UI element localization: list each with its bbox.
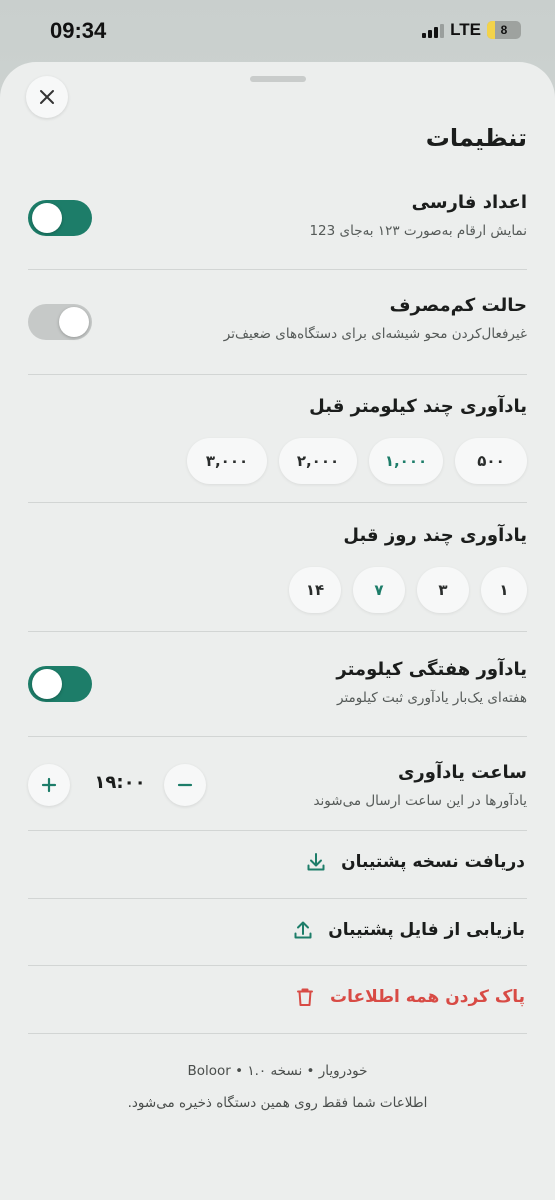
divider — [28, 374, 527, 375]
setting-low-power: حالت کم‌مصرف غیرفعال‌کردن محو شیشه‌ای بر… — [28, 295, 527, 342]
footer-note: اطلاعات شما فقط روی همین دستگاه ذخیره می… — [127, 1095, 428, 1111]
reminder-time-description: یادآورها در این ساعت ارسال می‌شوند — [313, 793, 527, 809]
km-reminder-options: ۵۰۰ ۱,۰۰۰ ۲,۰۰۰ ۳,۰۰۰ — [187, 438, 527, 484]
reminder-time-value: ۱۹:۰۰ — [94, 772, 146, 793]
km-option-2000[interactable]: ۲,۰۰۰ — [279, 438, 357, 484]
decrease-time-button[interactable] — [164, 764, 206, 806]
km-reminder-label: یادآوری چند کیلومتر قبل — [309, 396, 527, 417]
divider — [28, 269, 527, 270]
km-option-500[interactable]: ۵۰۰ — [455, 438, 527, 484]
weekly-km-toggle[interactable] — [28, 666, 92, 702]
trash-icon — [297, 988, 314, 1006]
weekly-km-description: هفته‌ای یک‌بار یادآوری ثبت کیلومتر — [337, 690, 527, 706]
signal-icon — [422, 22, 445, 38]
km-option-1000[interactable]: ۱,۰۰۰ — [369, 438, 443, 484]
battery-level: 8 — [500, 23, 508, 37]
restore-label: بازیابی از فایل پشتیبان — [328, 920, 525, 940]
low-power-description: غیرفعال‌کردن محو شیشه‌ای برای دستگاه‌های… — [223, 326, 527, 342]
km-option-3000[interactable]: ۳,۰۰۰ — [187, 438, 267, 484]
divider — [28, 736, 527, 737]
minus-icon — [177, 783, 193, 787]
setting-day-reminder: یادآوری چند روز قبل — [28, 525, 527, 546]
divider — [28, 1033, 527, 1034]
divider — [28, 898, 527, 899]
close-button[interactable] — [26, 76, 68, 118]
upload-icon — [294, 921, 312, 939]
settings-sheet: تنظیمات اعداد فارسی نمایش ارقام به‌صورت … — [0, 62, 555, 1200]
weekly-km-label: یادآور هفتگی کیلومتر — [336, 659, 527, 680]
status-time: 09:34 — [50, 18, 107, 43]
divider — [28, 502, 527, 503]
day-reminder-label: یادآوری چند روز قبل — [343, 525, 527, 546]
divider — [28, 830, 527, 831]
persian-digits-label: اعداد فارسی — [411, 192, 527, 213]
page-title: تنظیمات — [425, 124, 527, 152]
backup-button[interactable]: دریافت نسخه پشتیبان — [305, 851, 525, 873]
footer-version: خودرویار • نسخه ۱.۰ • Boloor — [187, 1063, 368, 1079]
increase-time-button[interactable] — [28, 764, 70, 806]
clear-data-label: پاک کردن همه اطلاعات — [330, 987, 525, 1007]
network-label: LTE — [450, 20, 481, 39]
setting-weekly-km: یادآور هفتگی کیلومتر هفته‌ای یک‌بار یادآ… — [28, 659, 527, 706]
download-icon — [307, 853, 325, 871]
low-power-toggle[interactable] — [28, 304, 92, 340]
plus-icon — [41, 777, 57, 793]
divider — [28, 965, 527, 966]
status-bar: 09:34 LTE 8 — [0, 0, 555, 62]
divider — [28, 631, 527, 632]
day-option-3[interactable]: ۳ — [417, 567, 469, 613]
low-power-label: حالت کم‌مصرف — [389, 295, 527, 316]
day-option-14[interactable]: ۱۴ — [289, 567, 341, 613]
persian-digits-toggle[interactable] — [28, 200, 92, 236]
backup-label: دریافت نسخه پشتیبان — [341, 852, 525, 872]
clear-data-button[interactable]: پاک کردن همه اطلاعات — [294, 986, 525, 1008]
day-option-1[interactable]: ۱ — [481, 567, 527, 613]
battery-icon: 8 — [487, 21, 521, 39]
sheet-grabber[interactable] — [250, 76, 306, 82]
day-option-7[interactable]: ۷ — [353, 567, 405, 613]
close-icon — [40, 90, 54, 104]
setting-km-reminder: یادآوری چند کیلومتر قبل — [28, 396, 527, 417]
setting-persian-digits: اعداد فارسی نمایش ارقام به‌صورت ۱۲۳ به‌ج… — [28, 192, 527, 239]
day-reminder-options: ۱ ۳ ۷ ۱۴ — [289, 567, 527, 613]
persian-digits-description: نمایش ارقام به‌صورت ۱۲۳ به‌جای 123 — [309, 223, 527, 239]
restore-button[interactable]: بازیابی از فایل پشتیبان — [292, 919, 525, 941]
